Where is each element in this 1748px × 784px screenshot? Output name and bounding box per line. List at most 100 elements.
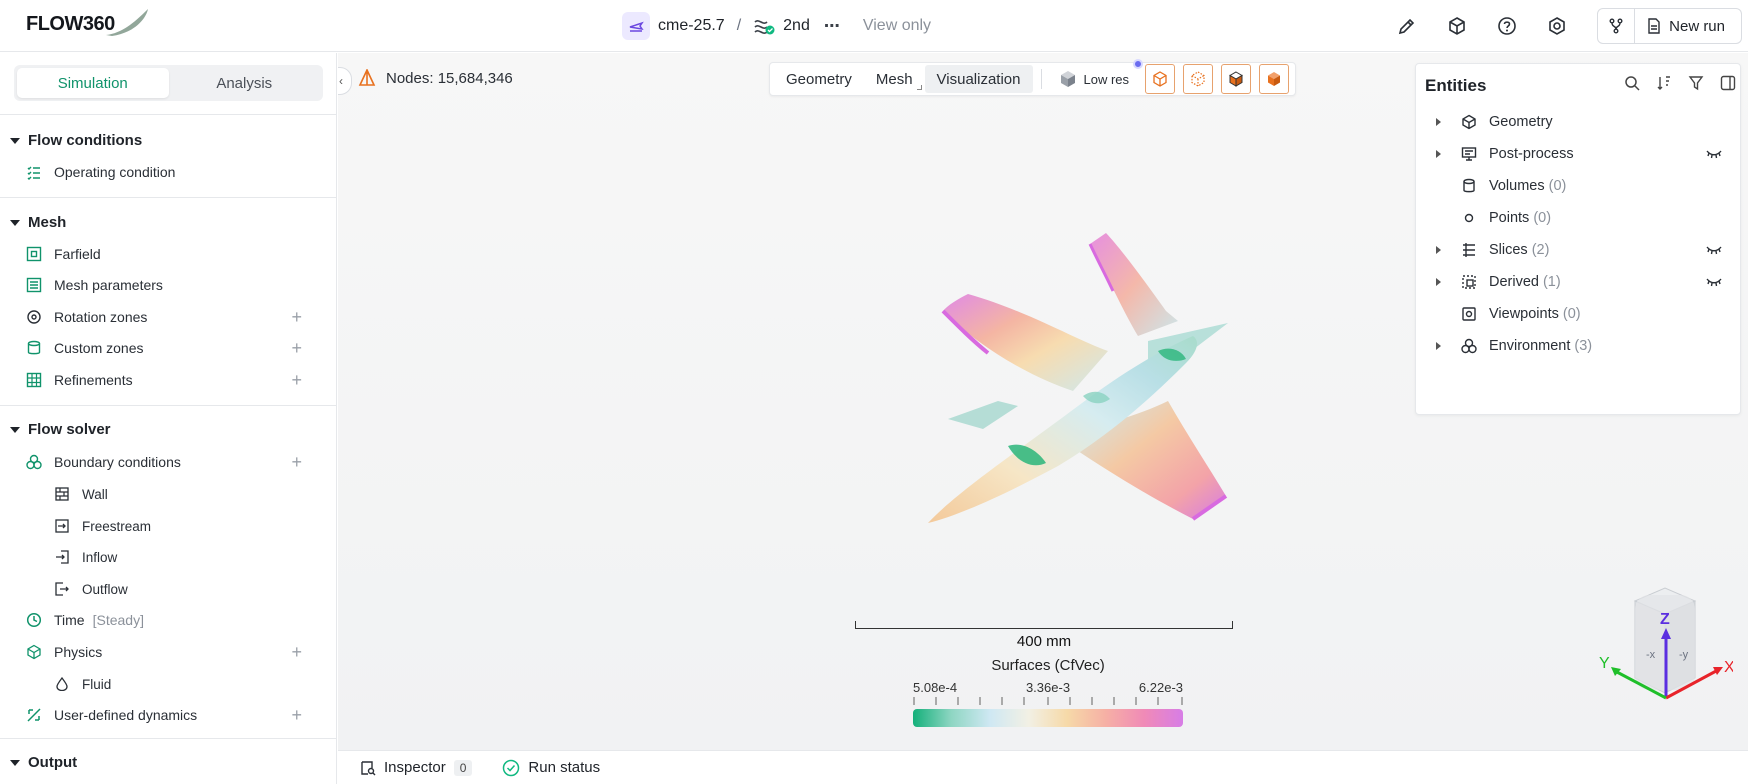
sidebar-item-custom-zones[interactable]: Custom zones +	[26, 336, 326, 360]
panel-toggle-icon[interactable]	[1720, 75, 1736, 91]
sidebar-item-farfield[interactable]: Farfield	[26, 242, 326, 266]
run-status-button[interactable]: Run status	[502, 759, 600, 777]
help-icon[interactable]	[1489, 8, 1525, 44]
add-custom-zone-button[interactable]: +	[291, 338, 302, 359]
slices-icon	[1460, 241, 1478, 259]
expand-icon[interactable]	[1436, 118, 1441, 126]
cylinder-icon	[1460, 177, 1478, 195]
tab-simulation[interactable]: Simulation	[17, 68, 169, 98]
search-icon[interactable]	[1624, 75, 1640, 91]
expand-icon[interactable]	[1436, 246, 1441, 254]
entity-slices[interactable]: Slices (2)	[1416, 236, 1742, 264]
sidebar-item-physics[interactable]: Physics +	[26, 640, 326, 664]
inspector-count-badge: 0	[453, 759, 473, 776]
sidebar-item-operating-condition[interactable]: Operating condition	[26, 160, 326, 184]
sidebar-item-fluid[interactable]: Fluid	[54, 672, 336, 696]
section-flow-conditions[interactable]: Flow conditions	[10, 132, 142, 149]
settings-icon[interactable]	[1539, 8, 1575, 44]
sidebar-item-rotation-zones[interactable]: Rotation zones +	[26, 305, 326, 329]
add-rotation-zone-button[interactable]: +	[291, 307, 302, 328]
mesh-nodes-icon	[358, 69, 376, 86]
tab-geometry[interactable]: Geometry	[774, 65, 864, 93]
case-name[interactable]: 2nd	[783, 17, 810, 35]
viewpoint-icon	[1460, 305, 1478, 323]
sidebar-item-user-defined-dynamics[interactable]: User-defined dynamics +	[26, 703, 326, 727]
points-cube-icon	[1191, 71, 1205, 87]
sidebar-item-refinements[interactable]: Refinements +	[26, 368, 326, 392]
project-icon[interactable]	[622, 12, 650, 40]
tab-mesh[interactable]: Mesh	[864, 65, 925, 93]
cube-icon[interactable]	[1439, 8, 1475, 44]
inspector-button[interactable]: Inspector 0	[360, 759, 473, 776]
filter-icon[interactable]	[1688, 75, 1704, 91]
resolution-toggle[interactable]: Low res	[1050, 59, 1144, 93]
entities-toolbar	[1624, 75, 1736, 91]
entity-environment[interactable]: Environment (3)	[1416, 332, 1742, 360]
eye-closed-icon[interactable]	[1706, 244, 1722, 256]
add-physics-button[interactable]: +	[291, 642, 302, 663]
check-circle-icon	[503, 759, 520, 776]
section-mesh[interactable]: Mesh	[10, 214, 66, 231]
bottom-bar: Inspector 0 Run status	[338, 750, 1748, 784]
app-logo[interactable]: FLOW360	[26, 9, 148, 36]
sidebar-item-freestream[interactable]: Freestream	[54, 514, 336, 538]
environment-icon	[1460, 337, 1478, 355]
pencil-icon[interactable]	[1389, 8, 1425, 44]
shaded-view-button[interactable]	[1259, 64, 1290, 94]
points-view-button[interactable]	[1183, 64, 1214, 94]
sidebar-item-wall[interactable]: Wall	[54, 482, 336, 506]
file-icon	[1648, 18, 1660, 34]
project-name[interactable]: cme-25.7	[658, 17, 725, 35]
freestream-icon	[54, 518, 70, 534]
entity-volumes[interactable]: Volumes (0)	[1416, 172, 1742, 200]
sidebar-item-time[interactable]: Time [Steady]	[26, 608, 326, 632]
divider	[0, 405, 336, 406]
database-icon	[26, 340, 42, 356]
aircraft-surface-model[interactable]	[848, 201, 1268, 581]
physics-icon	[26, 644, 42, 660]
more-options-button[interactable]: ⋯	[824, 16, 841, 36]
expand-icon[interactable]	[1436, 278, 1441, 286]
tab-analysis[interactable]: Analysis	[169, 68, 321, 98]
expand-icon[interactable]	[1436, 342, 1441, 350]
add-udd-button[interactable]: +	[291, 705, 302, 726]
scale-bar-line	[855, 621, 1233, 629]
sidebar-item-inflow[interactable]: Inflow	[54, 545, 336, 569]
inspector-icon	[361, 760, 376, 775]
time-mode: [Steady]	[92, 612, 144, 628]
orientation-gizmo[interactable]: Z X Y -x -y	[1563, 583, 1733, 723]
branch-button[interactable]	[1597, 8, 1636, 44]
node-count: Nodes: 15,684,346	[358, 69, 513, 87]
collapse-sidebar-button[interactable]: ‹	[338, 67, 352, 95]
sidebar-item-boundary-conditions[interactable]: Boundary conditions +	[26, 450, 326, 474]
outflow-icon	[54, 581, 70, 597]
tab-visualization[interactable]: Visualization	[924, 65, 1033, 93]
entity-derived[interactable]: Derived (1)	[1416, 268, 1742, 296]
legend-min: 5.08e-4	[913, 680, 958, 695]
point-icon	[1460, 209, 1478, 227]
sidebar-item-mesh-parameters[interactable]: Mesh parameters	[26, 273, 326, 297]
sidebar-item-outflow[interactable]: Outflow	[54, 577, 336, 601]
entity-points[interactable]: Points (0)	[1416, 204, 1742, 232]
entity-geometry[interactable]: Geometry	[1416, 108, 1742, 136]
entity-viewpoints[interactable]: Viewpoints (0)	[1416, 300, 1742, 328]
divider	[1040, 69, 1042, 89]
new-run-button[interactable]: New run	[1635, 8, 1742, 44]
farfield-icon	[26, 246, 42, 262]
sort-icon[interactable]	[1656, 75, 1672, 91]
eye-closed-icon[interactable]	[1706, 148, 1722, 160]
add-boundary-condition-button[interactable]: +	[291, 452, 302, 473]
section-flow-solver[interactable]: Flow solver	[10, 421, 111, 438]
boundary-icon	[26, 454, 42, 470]
breadcrumb: cme-25.7 / 2nd ⋯ View only	[622, 12, 931, 40]
eye-closed-icon[interactable]	[1706, 276, 1722, 288]
add-refinement-button[interactable]: +	[291, 370, 302, 391]
caret-down-icon	[10, 219, 20, 226]
shaded-edges-view-button[interactable]	[1221, 64, 1252, 94]
axis-x-label: X	[1724, 659, 1733, 676]
entity-post-process[interactable]: Post-process	[1416, 140, 1742, 168]
section-output[interactable]: Output	[10, 754, 77, 771]
axis-z-label: Z	[1660, 611, 1670, 628]
expand-icon[interactable]	[1436, 150, 1441, 158]
wireframe-view-button[interactable]	[1145, 64, 1176, 94]
